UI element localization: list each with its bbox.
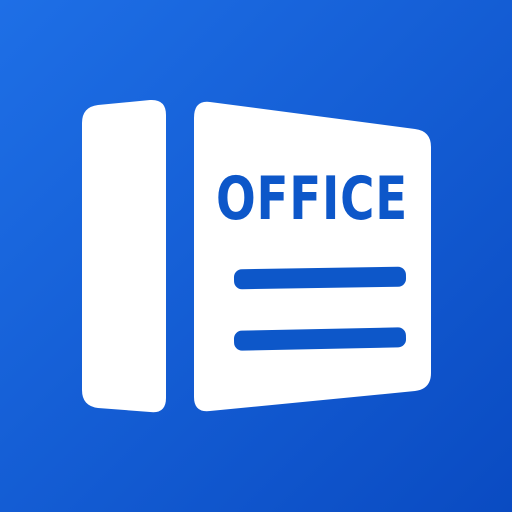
office-document-icon: OFFICE: [0, 0, 512, 512]
office-label: OFFICE: [216, 164, 408, 234]
book-spine-shape: [82, 99, 166, 413]
page-text-line: [233, 327, 407, 351]
page-text-line: [233, 266, 407, 290]
office-app-icon: OFFICE: [0, 0, 512, 512]
document-page-shape: [194, 101, 431, 412]
